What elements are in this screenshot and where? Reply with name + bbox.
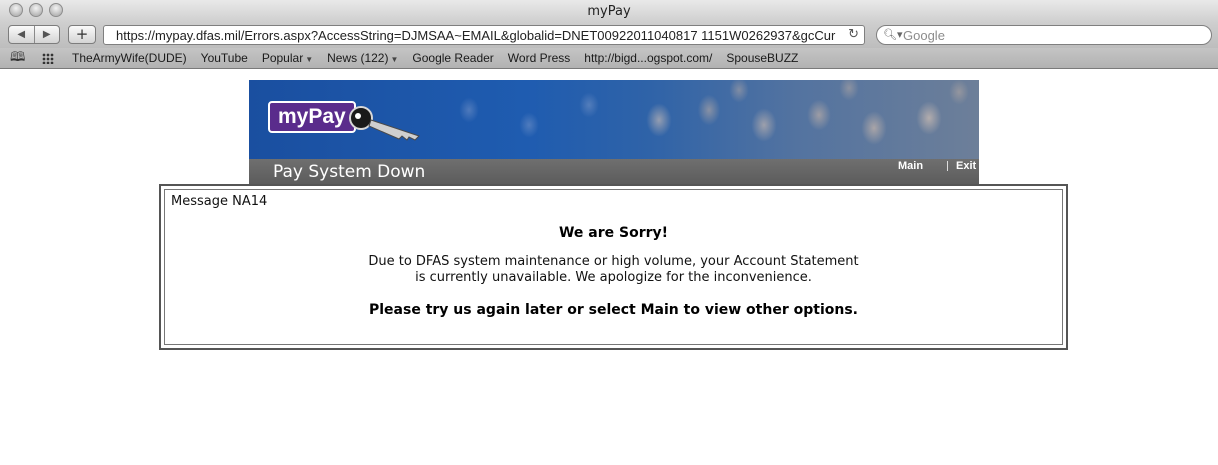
bookmark-item[interactable]: TheArmyWife(DUDE): [72, 51, 187, 65]
back-forward-buttons: ◀ ▶: [8, 25, 60, 44]
reading-list-book-icon[interactable]: 🕮︎: [10, 51, 25, 64]
site-banner: myPay: [249, 80, 979, 159]
back-arrow-icon[interactable]: ◀: [9, 26, 35, 43]
message-footer: Please try us again later or select Main…: [369, 302, 858, 318]
window-titlebar: myPay: [0, 0, 1218, 22]
bookmarks-bar: 🕮︎ TheArmyWife(DUDE) YouTube Popular ▼ Ne…: [0, 48, 1218, 69]
key-icon: [349, 106, 420, 141]
reload-icon[interactable]: ↻: [848, 27, 859, 42]
bookmark-item[interactable]: Google Reader: [412, 51, 493, 65]
message-heading: We are Sorry!: [558, 225, 669, 241]
main-link[interactable]: Main: [898, 160, 923, 172]
banner-crowd-image: [429, 80, 649, 159]
mypay-logo: myPay: [268, 101, 356, 133]
top-sites-grid-icon[interactable]: [42, 53, 54, 64]
search-icon: 🔍︎▾: [883, 28, 903, 41]
bookmark-items: TheArmyWife(DUDE) YouTube Popular ▼ News …: [72, 51, 812, 65]
exit-link[interactable]: Exit: [956, 160, 976, 172]
search-field[interactable]: 🔍︎▾: [876, 25, 1212, 45]
browser-toolbar: ◀ ▶ + https://mypay.dfas.mil/Errors.aspx…: [0, 22, 1218, 48]
page-title: Pay System Down: [273, 162, 426, 182]
nav-divider: [947, 161, 948, 171]
dropdown-arrow-icon: ▼: [390, 55, 399, 64]
message-body-line-1: Due to DFAS system maintenance or high v…: [368, 254, 859, 269]
bookmark-item[interactable]: YouTube: [201, 51, 248, 65]
message-box: Message NA14 We are Sorry! Due to DFAS s…: [159, 184, 1068, 350]
bookmark-item[interactable]: http://bigd...ogspot.com/: [584, 51, 712, 65]
add-bookmark-button[interactable]: +: [68, 25, 96, 44]
window-title: myPay: [587, 4, 631, 19]
bookmark-item[interactable]: SpouseBUZZ: [726, 51, 798, 65]
banner-crowd-photo: [629, 80, 979, 159]
search-input[interactable]: [903, 27, 1193, 43]
bookmark-item[interactable]: Word Press: [508, 51, 570, 65]
bookmark-folder[interactable]: News (122) ▼: [327, 51, 398, 65]
message-box-inner: Message NA14 We are Sorry! Due to DFAS s…: [164, 189, 1063, 345]
message-code: Message NA14: [171, 194, 268, 209]
forward-arrow-icon[interactable]: ▶: [35, 26, 60, 43]
address-bar[interactable]: https://mypay.dfas.mil/Errors.aspx?Acces…: [103, 25, 865, 45]
address-bar-url[interactable]: https://mypay.dfas.mil/Errors.aspx?Acces…: [116, 28, 838, 43]
bookmark-folder[interactable]: Popular ▼: [262, 51, 313, 65]
message-body-line-2: is currently unavailable. We apologize f…: [415, 270, 812, 285]
dropdown-arrow-icon: ▼: [305, 55, 314, 64]
page-header-bar: Pay System Down Main Exit: [249, 159, 979, 184]
